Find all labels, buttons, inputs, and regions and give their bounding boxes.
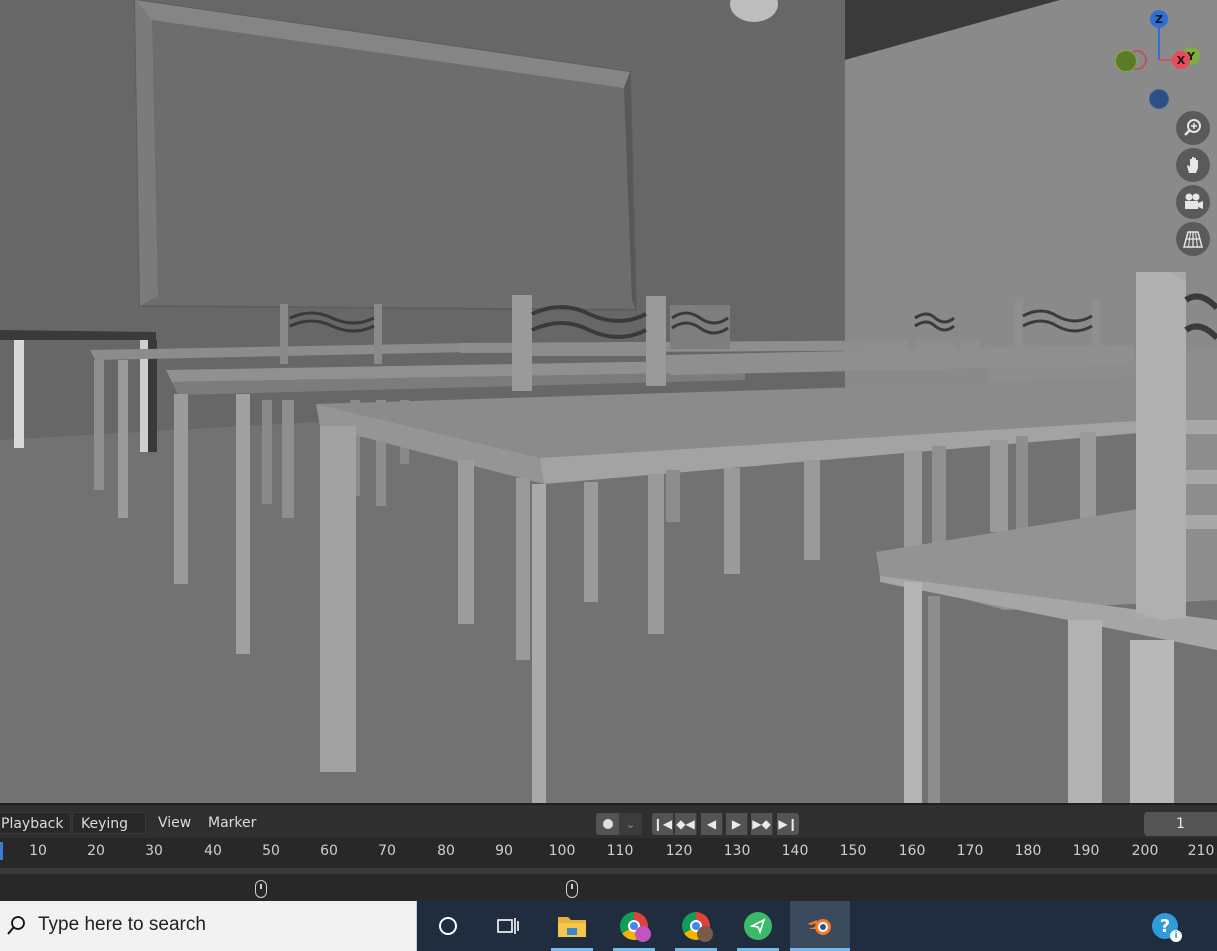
folder-icon — [558, 917, 586, 937]
ruler-tick: 140 — [781, 843, 809, 859]
zoom-button[interactable] — [1176, 111, 1210, 145]
hand-icon — [1187, 157, 1198, 173]
ruler-tick: 80 — [437, 843, 455, 859]
gizmo-z-label: Z — [1155, 12, 1163, 26]
help-icon: ? i — [1152, 913, 1182, 942]
chrome-profile-2-button[interactable] — [671, 901, 721, 951]
view-menu[interactable]: View — [158, 812, 191, 834]
jump-to-end-button[interactable]: ▶❙ — [777, 813, 799, 835]
camera-view-button[interactable] — [1176, 185, 1210, 219]
ruler-tick: 130 — [723, 843, 751, 859]
ruler-tick: 90 — [495, 843, 513, 859]
ruler-tick: 210 — [1187, 843, 1215, 859]
ruler-tick: 160 — [898, 843, 926, 859]
play-reverse-button[interactable]: ◀ — [701, 813, 723, 835]
mouse-icon — [566, 880, 578, 898]
auto-keying-dropdown[interactable]: ⌄ — [620, 813, 642, 835]
ruler-tick: 30 — [145, 843, 163, 859]
ruler-tick: 50 — [262, 843, 280, 859]
chevron-down-icon: ⌄ — [625, 817, 636, 831]
current-frame-value: 1 — [1176, 816, 1185, 832]
auto-keying-button[interactable] — [596, 813, 620, 835]
playback-menu[interactable]: Playback⌄ — [0, 812, 71, 852]
ruler-tick: 150 — [839, 843, 867, 859]
ruler-tick: 60 — [320, 843, 338, 859]
ruler-tick: 190 — [1072, 843, 1100, 859]
jump-to-next-keyframe-button[interactable]: ▶◆ — [751, 813, 773, 835]
timeline-ruler[interactable]: 10 20 30 40 50 60 70 80 90 100 110 120 1… — [0, 838, 1217, 864]
mouse-icon — [255, 880, 267, 898]
gizmo-z-negative[interactable] — [1149, 89, 1169, 109]
windows-taskbar: Type here to search ? i — [0, 901, 1217, 951]
cortana-button[interactable] — [423, 901, 473, 951]
ruler-tick: 40 — [204, 843, 222, 859]
chrome-icon — [682, 912, 713, 942]
file-explorer-button[interactable] — [547, 901, 597, 951]
ruler-tick: 170 — [956, 843, 984, 859]
next-keyframe-icon: ▶◆ — [752, 817, 771, 831]
play-icon: ▶ — [731, 817, 742, 831]
ruler-tick: 120 — [665, 843, 693, 859]
pan-button[interactable] — [1176, 148, 1210, 182]
record-icon — [602, 819, 613, 829]
gizmo-z-axis[interactable]: Z — [1150, 10, 1168, 28]
ruler-tick: 10 — [29, 843, 47, 859]
taskbar-search-box[interactable]: Type here to search — [0, 901, 417, 951]
playhead[interactable] — [0, 842, 3, 860]
prev-keyframe-icon: ◆◀ — [676, 817, 695, 831]
camera-icon — [1185, 193, 1203, 209]
3d-viewport[interactable]: Z Y X — [0, 0, 1217, 803]
gizmo-x-negative[interactable] — [1115, 50, 1137, 72]
ruler-tick: 100 — [548, 843, 576, 859]
blender-icon — [807, 919, 831, 935]
send-icon — [744, 912, 772, 940]
gizmo-x-axis[interactable]: X — [1172, 51, 1190, 69]
play-button[interactable]: ▶ — [726, 813, 748, 835]
jump-end-icon: ▶❙ — [778, 817, 798, 831]
keying-menu[interactable]: Keying⌄ — [72, 812, 146, 852]
playback-menu-label: Playback — [1, 816, 64, 832]
task-view-button[interactable] — [483, 901, 533, 951]
green-app-button[interactable] — [733, 901, 783, 951]
classroom-scene — [0, 0, 1217, 803]
play-reverse-icon: ◀ — [706, 817, 717, 831]
chrome-icon — [620, 912, 651, 942]
zoom-icon — [1184, 119, 1201, 136]
search-icon — [7, 916, 25, 935]
chrome-profile-1-button[interactable] — [609, 901, 659, 951]
help-button[interactable]: ? i — [1140, 901, 1190, 951]
ruler-tick: 110 — [606, 843, 634, 859]
keying-menu-label: Keying — [81, 816, 129, 832]
gizmo-x-label: X — [1176, 53, 1186, 67]
marker-menu-label: Marker — [208, 815, 257, 831]
jump-to-prev-keyframe-button[interactable]: ◆◀ — [675, 813, 697, 835]
timeline-header: Playback⌄ Keying⌄ View Marker ⌄ ❙◀ ◆◀ ◀ … — [0, 803, 1217, 852]
cortana-icon — [439, 917, 457, 935]
blender-button[interactable] — [790, 901, 850, 951]
view-menu-label: View — [158, 815, 192, 831]
search-placeholder: Type here to search — [38, 914, 206, 935]
perspective-toggle-button[interactable] — [1176, 222, 1210, 256]
ruler-tick: 70 — [378, 843, 396, 859]
jump-start-icon: ❙◀ — [652, 817, 673, 831]
current-frame-field[interactable]: 1 — [1144, 812, 1217, 836]
timeline-scrollbar[interactable] — [0, 868, 1217, 874]
ruler-tick: 200 — [1131, 843, 1159, 859]
grid-perspective-icon — [1183, 231, 1203, 248]
marker-menu[interactable]: Marker — [208, 812, 256, 834]
task-view-icon — [497, 918, 519, 934]
jump-to-start-button[interactable]: ❙◀ — [652, 813, 674, 835]
ruler-tick: 180 — [1014, 843, 1042, 859]
ruler-tick: 20 — [87, 843, 105, 859]
